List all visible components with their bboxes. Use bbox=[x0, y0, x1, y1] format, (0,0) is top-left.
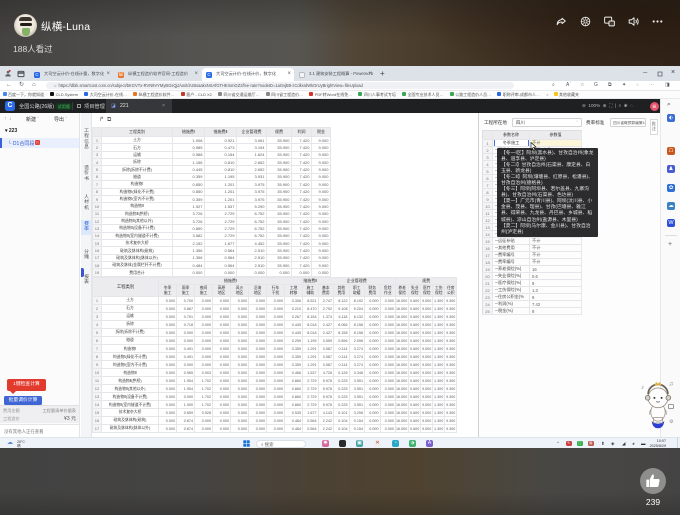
svg-text:♫: ♫ bbox=[669, 380, 674, 387]
svg-text:♪: ♪ bbox=[641, 384, 644, 391]
